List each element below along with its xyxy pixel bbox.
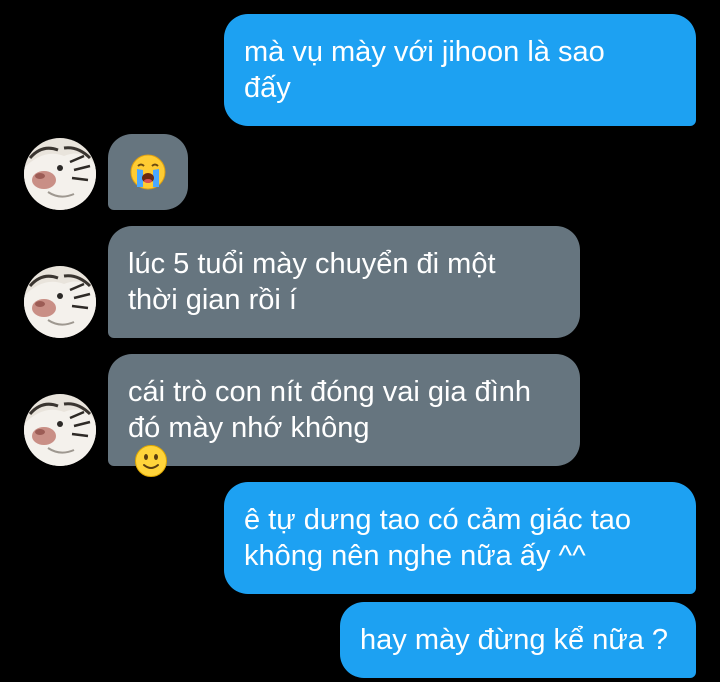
message-text: hay mày đừng kể nữa ?: [360, 624, 669, 656]
message-text: cái trò con nít đóng vai gia đình đó mày…: [128, 338, 531, 482]
white-tiger-avatar-icon: [24, 394, 96, 466]
white-tiger-avatar-icon: [24, 266, 96, 338]
loudly-crying-face-icon: [130, 154, 166, 190]
sent-message-bubble[interactable]: mà vụ mày với jihoon là sao đấy: [224, 14, 696, 126]
received-message-bubble[interactable]: [108, 134, 188, 210]
message-text: lúc 5 tuổi mày chuyển đi một thời gian r…: [128, 248, 496, 316]
received-message-bubble[interactable]: lúc 5 tuổi mày chuyển đi một thời gian r…: [108, 226, 580, 338]
white-tiger-avatar-icon: [24, 138, 96, 210]
sent-message-bubble[interactable]: hay mày đừng kể nữa ?: [340, 602, 696, 678]
contact-avatar[interactable]: [24, 138, 96, 210]
received-message-bubble[interactable]: cái trò con nít đóng vai gia đình đó mày…: [108, 354, 580, 478]
message-text: mà vụ mày với jihoon là sao đấy: [244, 36, 605, 104]
sent-message-bubble[interactable]: ê tự dưng tao có cảm giác tao không nên …: [224, 482, 696, 594]
slightly-smiling-face-icon: [135, 445, 167, 478]
contact-avatar[interactable]: [24, 266, 96, 338]
message-text: ê tự dưng tao có cảm giác tao không nên …: [244, 504, 632, 572]
chat-screen: { "conversation": { "messages": [ { "sid…: [0, 0, 720, 682]
contact-avatar[interactable]: [24, 394, 96, 466]
